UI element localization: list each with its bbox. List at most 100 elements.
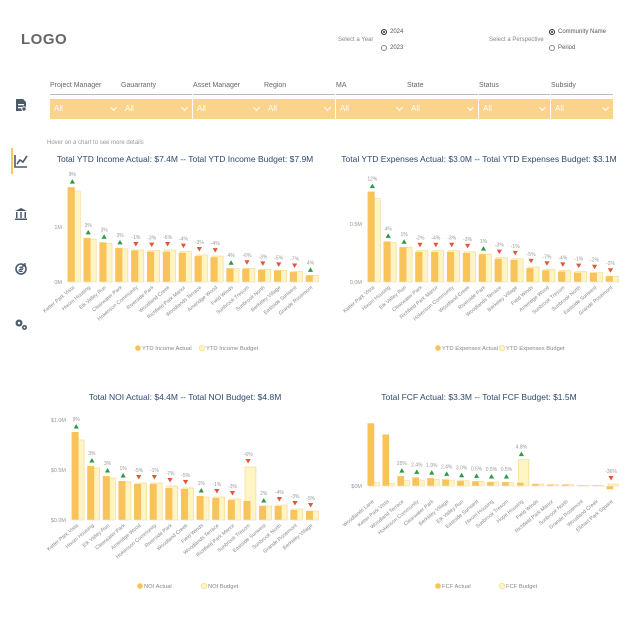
filter-state: State All	[407, 82, 478, 119]
filter-dropdown[interactable]: All	[407, 99, 478, 119]
filter-value: All	[411, 104, 420, 113]
actual-bar	[478, 254, 486, 282]
variance-down-icon	[214, 489, 220, 494]
filter-dropdown[interactable]: All	[551, 99, 613, 119]
variance-label: 12%	[367, 177, 378, 183]
actual-bar	[196, 496, 204, 520]
filter-label: Status	[479, 82, 550, 95]
variance-down-icon	[608, 476, 614, 481]
variance-down-icon	[151, 475, 157, 480]
actual-bar	[162, 251, 170, 282]
legend-budget-swatch	[498, 582, 506, 590]
variance-up-icon	[104, 468, 111, 473]
variance-down-icon	[212, 248, 218, 253]
actual-bar	[457, 480, 464, 486]
actual-bar	[305, 511, 313, 520]
variance-label: 1%	[480, 239, 488, 245]
filter-value: All	[197, 104, 206, 113]
actual-bar	[226, 268, 234, 282]
filter-value: All	[54, 104, 63, 113]
variance-label: -2%	[590, 258, 599, 264]
perspective-option-community[interactable]: Community Name	[549, 29, 606, 35]
variance-label: 1.9%	[426, 463, 438, 469]
legend-actual-swatch	[137, 583, 143, 589]
actual-bar	[487, 482, 494, 486]
line-chart-icon[interactable]	[14, 154, 28, 168]
settings-icon[interactable]	[14, 317, 28, 331]
fcf-chart[interactable]: Total FCF Actual: $3.3M -- Total FCF Bud…	[330, 390, 628, 600]
variance-up-icon	[120, 473, 126, 478]
chevron-down-icon	[109, 103, 118, 112]
perspective-option-period[interactable]: Period	[549, 45, 575, 51]
filter-dropdown[interactable]: All	[264, 99, 335, 119]
report-icon[interactable]	[14, 98, 28, 112]
variance-down-icon	[183, 480, 189, 485]
variance-label: 3%	[104, 461, 112, 467]
variance-label: 3.0%	[456, 466, 468, 472]
chevron-down-icon	[395, 103, 404, 112]
variance-down-icon	[245, 459, 251, 464]
filter-dropdown[interactable]: All	[479, 99, 550, 119]
variance-up-icon	[488, 474, 495, 479]
actual-bar	[367, 423, 375, 486]
income-chart[interactable]: Total YTD Income Actual: $7.4M -- Total …	[40, 152, 330, 362]
variance-down-icon	[592, 264, 598, 270]
noi-chart[interactable]: Total NOI Actual: $4.4M -- Total NOI Bud…	[40, 390, 330, 600]
actual-bar	[542, 270, 550, 282]
variance-up-icon	[228, 260, 234, 265]
actual-bar	[87, 466, 95, 520]
actual-bar	[243, 501, 251, 520]
actual-bar	[462, 253, 470, 282]
variance-down-icon	[136, 475, 142, 480]
actual-bar	[212, 498, 220, 520]
variance-label: -2%	[606, 261, 615, 267]
variance-label: -7%	[543, 254, 552, 260]
actual-bar	[573, 272, 582, 282]
filter-status: Status All	[479, 82, 550, 119]
variance-label: 1%	[198, 481, 206, 487]
year-option-2023[interactable]: 2023	[381, 45, 403, 51]
variance-label: -1%	[150, 468, 159, 474]
filter-dropdown[interactable]: All	[121, 99, 192, 119]
year-option-2024[interactable]: 2024	[381, 29, 403, 35]
y-tick-label: 0.5M	[350, 222, 363, 228]
variance-up-icon	[73, 424, 79, 429]
expenses-chart[interactable]: Total YTD Expenses Actual: $3.0M -- Tota…	[330, 152, 628, 362]
variance-down-icon	[133, 242, 139, 247]
variance-up-icon	[401, 239, 407, 244]
chart-title: Total NOI Actual: $4.4M -- Total NOI Bud…	[88, 392, 282, 402]
variance-label: -2%	[416, 236, 425, 242]
filter-dropdown[interactable]: All	[193, 99, 264, 119]
sidebar-active-indicator	[11, 148, 13, 174]
variance-down-icon	[308, 503, 314, 508]
variance-label: -36%	[605, 469, 617, 475]
variance-label: -7%	[290, 257, 299, 263]
variance-up-icon	[459, 472, 465, 478]
year-option-label: 2024	[390, 29, 404, 35]
variance-down-icon	[167, 478, 173, 483]
actual-bar	[305, 275, 313, 282]
fcf-chart-svg: $0MWoodlands LaneKetter Park Vista25%Woo…	[342, 423, 620, 590]
variance-label: -3%	[228, 484, 237, 490]
radio-selected-icon	[549, 29, 555, 35]
radio-unselected-icon	[381, 45, 387, 51]
filter-dropdown[interactable]: All	[50, 99, 121, 119]
noi-chart-svg: $0.0M$0.5M$1.0M 9%Ketter Park Vista3%Hixo…	[46, 417, 320, 590]
chevron-down-icon	[180, 103, 189, 112]
variance-down-icon	[292, 263, 298, 269]
bank-icon[interactable]	[14, 207, 28, 221]
variance-label: 9%	[73, 417, 81, 423]
y-tick-label: 0M	[54, 280, 62, 286]
legend-budget-swatch	[198, 344, 206, 352]
variance-up-icon	[518, 451, 524, 457]
variance-label: -3%	[447, 236, 456, 242]
actual-bar	[227, 500, 235, 520]
variance-label: -6%	[244, 452, 253, 458]
dollar-cycle-icon[interactable]	[14, 262, 28, 276]
filter-dropdown[interactable]: All	[336, 99, 407, 119]
actual-bar	[589, 272, 597, 282]
filter-project-manager: Project Manager All	[50, 82, 121, 119]
y-tick-label: 0.0M	[350, 280, 363, 286]
legend-actual-swatch	[135, 345, 141, 351]
variance-label: 3%	[85, 223, 93, 229]
